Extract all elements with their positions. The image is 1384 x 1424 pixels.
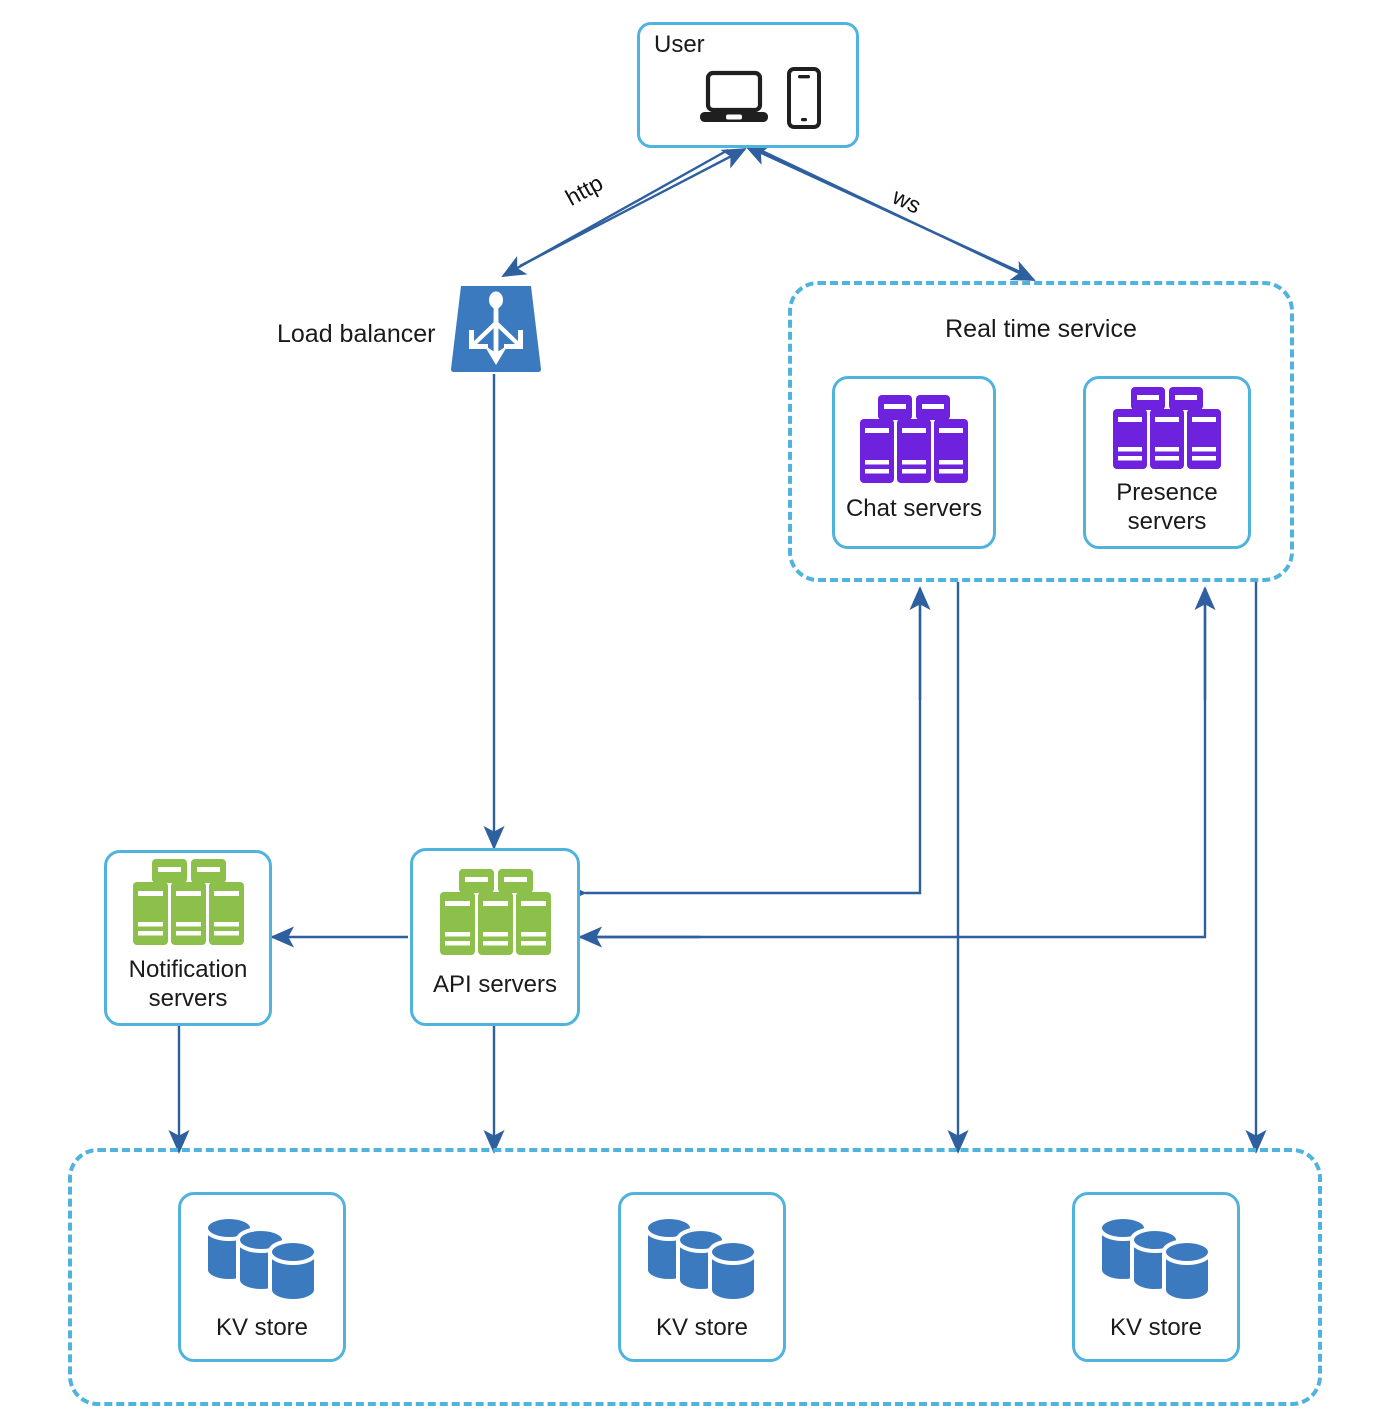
laptop-icon — [698, 67, 770, 129]
node-load-balancer[interactable] — [448, 283, 544, 375]
architecture-diagram: User http ws Load balancer Real time ser… — [0, 0, 1384, 1424]
node-notification-servers[interactable]: Notification servers — [104, 850, 272, 1026]
server-rack-icon — [1109, 385, 1225, 471]
edge-label-ws: ws — [888, 183, 926, 219]
edge-api-chat — [562, 590, 922, 904]
node-presence-servers[interactable]: Presence servers — [1083, 376, 1251, 549]
node-api-servers-label: API servers — [432, 970, 558, 998]
database-stack-icon — [640, 1208, 764, 1303]
node-api-servers[interactable]: API servers — [410, 848, 580, 1026]
node-chat-servers-label: Chat servers — [845, 495, 983, 523]
load-balancer-label: Load balancer — [277, 320, 436, 348]
node-kv-store-3[interactable]: KV store — [1072, 1192, 1240, 1362]
node-notification-servers-label: Notification servers — [128, 956, 248, 1012]
server-rack-icon — [129, 857, 247, 947]
server-rack-icon — [856, 393, 972, 485]
edge-user-loadbalancer — [501, 148, 729, 278]
node-kv-store-2-label: KV store — [655, 1313, 749, 1341]
node-kv-store-1[interactable]: KV store — [178, 1192, 346, 1362]
group-realtime-service-title: Real time service — [945, 315, 1137, 343]
database-stack-icon — [1094, 1208, 1218, 1303]
node-kv-store-2[interactable]: KV store — [618, 1192, 786, 1362]
edge-loadbalancer-user — [519, 147, 747, 268]
node-kv-store-3-label: KV store — [1109, 1313, 1203, 1341]
edge-user-realtime — [759, 148, 1036, 282]
server-rack-icon — [436, 867, 554, 957]
node-user-label: User — [654, 31, 705, 58]
phone-icon — [786, 67, 822, 129]
edge-realtime-user — [744, 144, 1021, 274]
node-presence-servers-label: Presence servers — [1116, 479, 1218, 535]
edge-label-http: http — [561, 169, 608, 211]
node-chat-servers[interactable]: Chat servers — [832, 376, 996, 549]
database-stack-icon — [200, 1208, 324, 1303]
node-user[interactable]: User — [637, 22, 859, 148]
edge-presence-api — [585, 590, 1207, 939]
node-kv-store-1-label: KV store — [215, 1313, 309, 1341]
